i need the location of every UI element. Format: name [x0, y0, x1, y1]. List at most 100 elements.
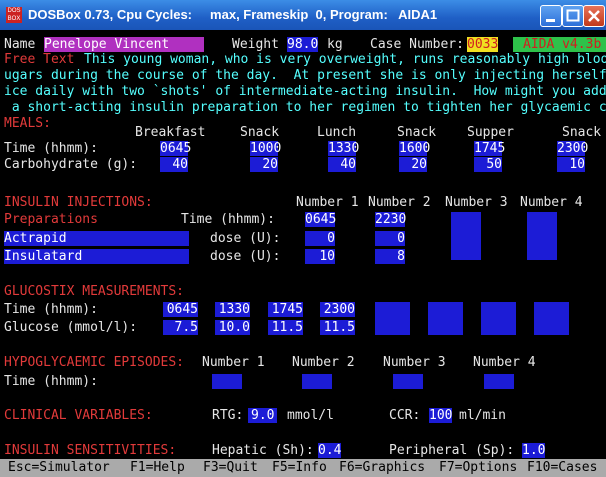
meals-heading: MEALS:: [4, 116, 51, 131]
preparation-actrapid[interactable]: Actrapid: [4, 231, 189, 246]
meal-time-field[interactable]: 1745: [474, 141, 505, 156]
dose-label: dose (U):: [210, 231, 281, 246]
hypo-number-header: Number 1: [202, 355, 265, 370]
meal-column-header: Supper: [467, 125, 514, 140]
f5-info-key[interactable]: F5=Info: [272, 459, 327, 477]
carbohydrate-field[interactable]: 40: [328, 157, 356, 172]
rtg-field[interactable]: 9.0: [248, 408, 278, 423]
hypo-number-header: Number 4: [473, 355, 536, 370]
injection-number-header: Number 1: [296, 195, 359, 210]
f10-cases-key[interactable]: F10=Cases: [527, 459, 597, 477]
carbohydrate-field[interactable]: 40: [160, 157, 188, 172]
glucose-label: Glucose (mmol/l):: [4, 320, 138, 335]
meal-time-field[interactable]: 0645: [160, 141, 191, 156]
esc-simulator-key[interactable]: Esc=Simulator: [8, 459, 110, 477]
rtg-unit: mmol/l: [287, 408, 334, 423]
meal-time-field[interactable]: 1600: [399, 141, 430, 156]
glucostix-empty-slot[interactable]: [534, 302, 569, 335]
injection-time-field[interactable]: 2230: [375, 212, 406, 227]
meal-column-header: Breakfast: [135, 125, 206, 140]
free-text-label: Free Text: [4, 52, 75, 67]
glucostix-time-field[interactable]: 1330: [215, 302, 250, 317]
glucostix-time-field[interactable]: 1745: [268, 302, 303, 317]
glucostix-empty-slot[interactable]: [481, 302, 516, 335]
preparation-insulatard[interactable]: Insulatard: [4, 249, 189, 264]
actrapid-dose-field[interactable]: 0: [305, 231, 335, 246]
meal-column-header: Snack: [240, 125, 280, 140]
hypo-number-header: Number 3: [383, 355, 446, 370]
injection-number-header: Number 3: [445, 195, 508, 210]
glucostix-empty-slot[interactable]: [375, 302, 410, 335]
hypo-time-field[interactable]: [302, 374, 332, 389]
insulatard-dose-field[interactable]: 8: [375, 249, 405, 264]
free-text-line: a short-acting insulin preparation to he…: [4, 100, 606, 115]
maximize-button[interactable]: [562, 5, 584, 27]
injection-time-label: Time (hhmm):: [181, 212, 275, 227]
injection-time-field[interactable]: [451, 212, 481, 260]
injection-number-header: Number 4: [520, 195, 583, 210]
hypo-time-field[interactable]: [393, 374, 423, 389]
insulatard-dose-field[interactable]: 10: [305, 249, 335, 264]
meal-time-label: Time (hhmm):: [4, 141, 98, 156]
glucostix-time-field[interactable]: 2300: [320, 302, 355, 317]
clinical-variables-heading: CLINICAL VARIABLES:: [4, 408, 153, 423]
case-number-label: Case Number:: [370, 37, 464, 52]
carbohydrate-field[interactable]: 10: [557, 157, 585, 172]
injection-time-field[interactable]: 0645: [305, 212, 336, 227]
insulin-injections-heading: INSULIN INJECTIONS:: [4, 195, 153, 210]
maximize-icon: [566, 9, 580, 22]
carbohydrate-field[interactable]: 20: [399, 157, 427, 172]
hypoglycaemic-heading: HYPOGLYCAEMIC EPISODES:: [4, 355, 185, 370]
minimize-icon: [546, 19, 555, 22]
hypo-time-field[interactable]: [484, 374, 514, 389]
glucostix-time-label: Time (hhmm):: [4, 302, 98, 317]
injection-time-field[interactable]: [527, 212, 557, 260]
meal-column-header: Snack: [562, 125, 602, 140]
close-icon: [588, 10, 600, 22]
weight-unit: kg: [327, 37, 343, 52]
case-number-field[interactable]: 0033: [467, 37, 499, 52]
f3-quit-key[interactable]: F3=Quit: [203, 459, 258, 477]
window-title: DOSBox 0.73, Cpu Cycles: max, Frameskip …: [28, 7, 438, 22]
carbohydrate-field[interactable]: 20: [250, 157, 278, 172]
window-title-bar[interactable]: DOS BOX DOSBox 0.73, Cpu Cycles: max, Fr…: [0, 0, 606, 30]
glucose-field[interactable]: 11.5: [320, 320, 355, 335]
meal-time-field[interactable]: 2300: [557, 141, 588, 156]
meal-time-field[interactable]: 1330: [328, 141, 359, 156]
hepatic-label: Hepatic (Sh):: [212, 443, 314, 458]
f1-help-key[interactable]: F1=Help: [130, 459, 185, 477]
glucose-field[interactable]: 11.5: [268, 320, 303, 335]
free-text-line: ice daily with two `shots' of intermedia…: [4, 84, 606, 99]
minimize-button[interactable]: [540, 5, 562, 27]
ccr-unit: ml/min: [459, 408, 506, 423]
weight-field[interactable]: 98.0: [287, 37, 319, 52]
glucose-field[interactable]: 10.0: [215, 320, 250, 335]
insulin-sensitivities-heading: INSULIN SENSITIVITIES:: [4, 443, 177, 458]
meal-time-field[interactable]: 1000: [250, 141, 281, 156]
dose-label: dose (U):: [210, 249, 281, 264]
carbohydrate-field[interactable]: 50: [474, 157, 502, 172]
glucostix-heading: GLUCOSTIX MEASUREMENTS:: [4, 284, 185, 299]
hypo-number-header: Number 2: [292, 355, 355, 370]
name-field[interactable]: Penelope Vincent: [44, 37, 204, 52]
peripheral-label: Peripheral (Sp):: [389, 443, 515, 458]
dosbox-app-icon[interactable]: DOS BOX: [6, 7, 22, 23]
glucose-field[interactable]: 7.5: [163, 320, 198, 335]
version-badge: AIDA v4.3b: [513, 37, 606, 52]
f7-options-key[interactable]: F7=Options: [439, 459, 517, 477]
f6-graphics-key[interactable]: F6=Graphics: [339, 459, 425, 477]
hepatic-field[interactable]: 0.4: [318, 443, 342, 458]
glucostix-empty-slot[interactable]: [428, 302, 463, 335]
name-label: Name: [4, 37, 36, 52]
close-button[interactable]: [583, 5, 605, 27]
glucostix-time-field[interactable]: 0645: [163, 302, 198, 317]
ccr-field[interactable]: 100: [429, 408, 453, 423]
actrapid-dose-field[interactable]: 0: [375, 231, 405, 246]
meal-column-header: Snack: [397, 125, 437, 140]
weight-label: Weight: [232, 37, 279, 52]
function-key-bar: Esc=Simulator F1=Help F3=Quit F5=Info F6…: [0, 459, 606, 477]
peripheral-field[interactable]: 1.0: [522, 443, 546, 458]
free-text-line: ugars during the course of the day. At p…: [4, 68, 606, 83]
rtg-label: RTG:: [212, 408, 244, 423]
hypo-time-field[interactable]: [212, 374, 242, 389]
